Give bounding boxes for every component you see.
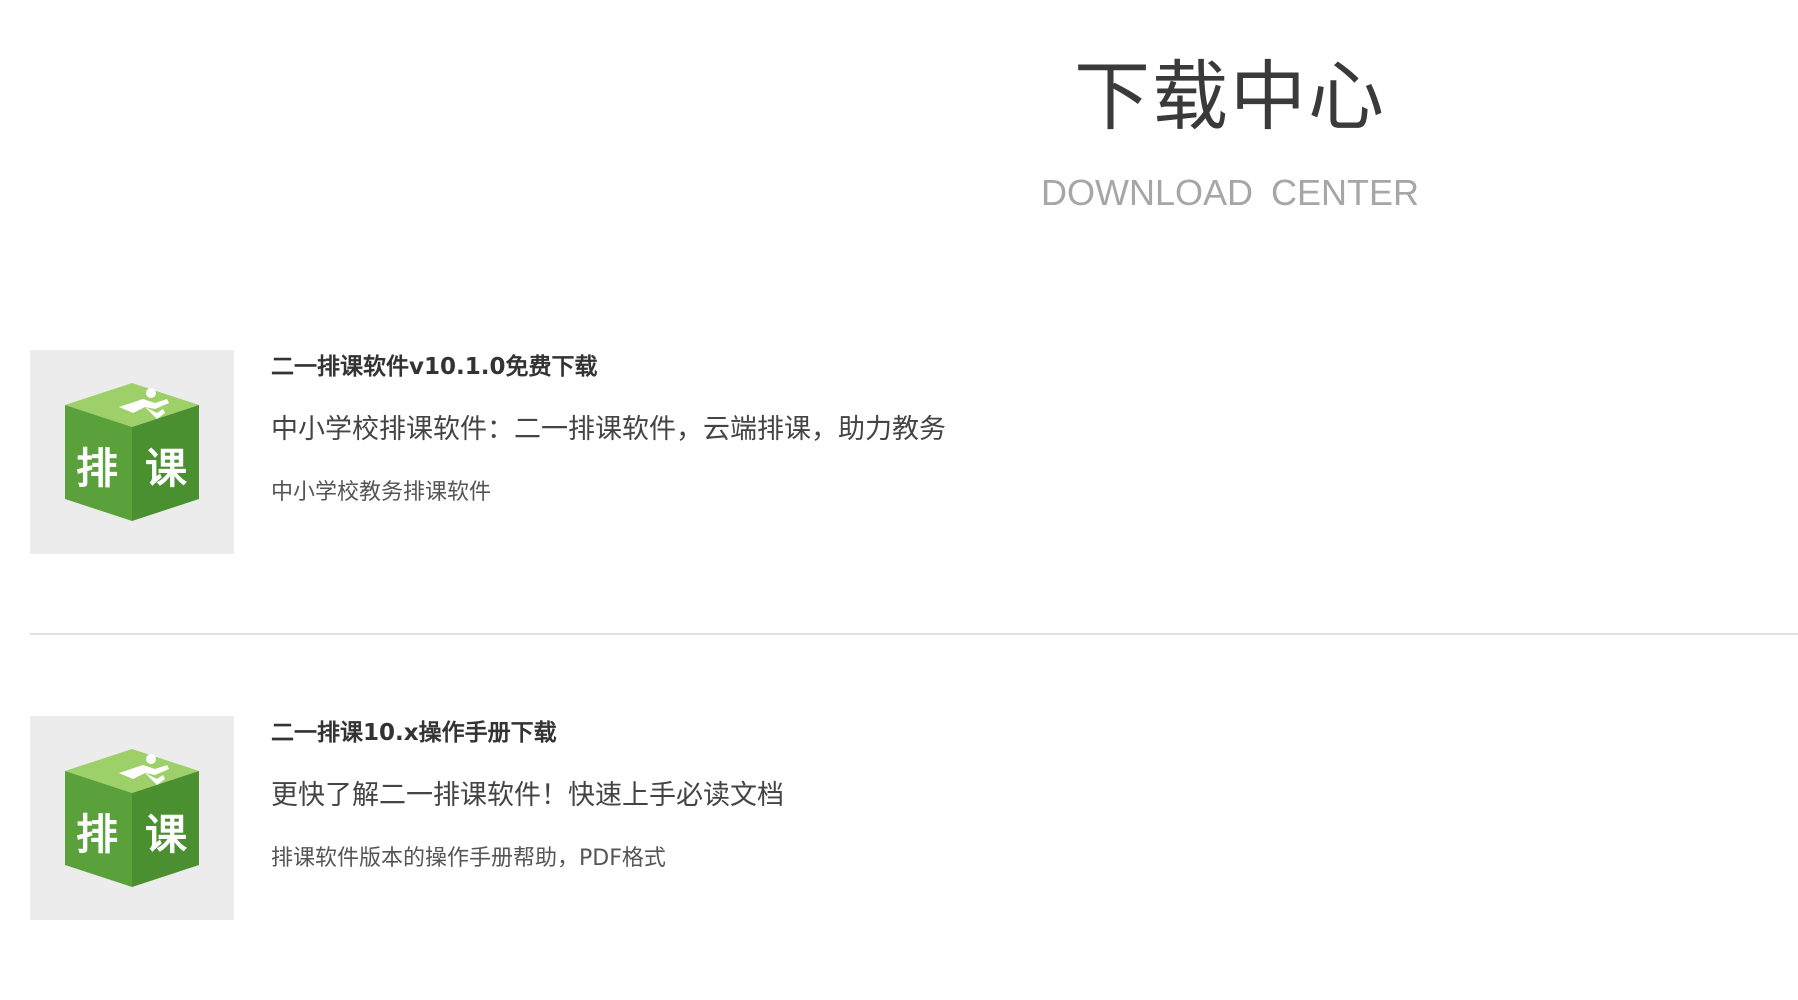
download-thumbnail[interactable]: 排 课 (30, 350, 234, 554)
page-title: 下载中心 (1074, 52, 1386, 141)
download-description: 中小学校排课软件：二一排课软件，云端排课，助力教务 (271, 414, 946, 445)
download-title-link[interactable]: 二一排课10.x操作手册下载 (271, 716, 557, 750)
icon-text-ke: 课 (145, 444, 187, 493)
page-subtitle: DOWNLOAD CENTER (1040, 172, 1420, 213)
paike-cube-icon: 排 课 (65, 383, 199, 521)
download-note: 排课软件版本的操作手册帮助，PDF格式 (271, 846, 666, 871)
download-note: 中小学校教务排课软件 (271, 480, 492, 505)
icon-text-ke: 课 (145, 810, 187, 859)
download-item[interactable]: 排 课 二一排课软件v10.1.0免费下载 中小学校排课软件：二一排课软件，云端… (30, 350, 1798, 554)
list-divider (30, 633, 1798, 635)
download-center-page: 下载中心 DOWNLOAD CENTER 排 课 二一排课软件v10.1.0免费… (0, 0, 1798, 1000)
download-title-link[interactable]: 二一排课软件v10.1.0免费下载 (271, 350, 597, 384)
icon-text-pai: 排 (76, 810, 118, 859)
download-item[interactable]: 排 课 二一排课10.x操作手册下载 更快了解二一排课软件！快速上手必读文档 排… (30, 716, 1798, 920)
page-header: 下载中心 DOWNLOAD CENTER (0, 0, 1798, 260)
icon-text-pai: 排 (76, 444, 118, 493)
download-thumbnail[interactable]: 排 课 (30, 716, 234, 920)
paike-cube-icon: 排 课 (65, 749, 199, 887)
download-description: 更快了解二一排课软件！快速上手必读文档 (271, 780, 784, 811)
